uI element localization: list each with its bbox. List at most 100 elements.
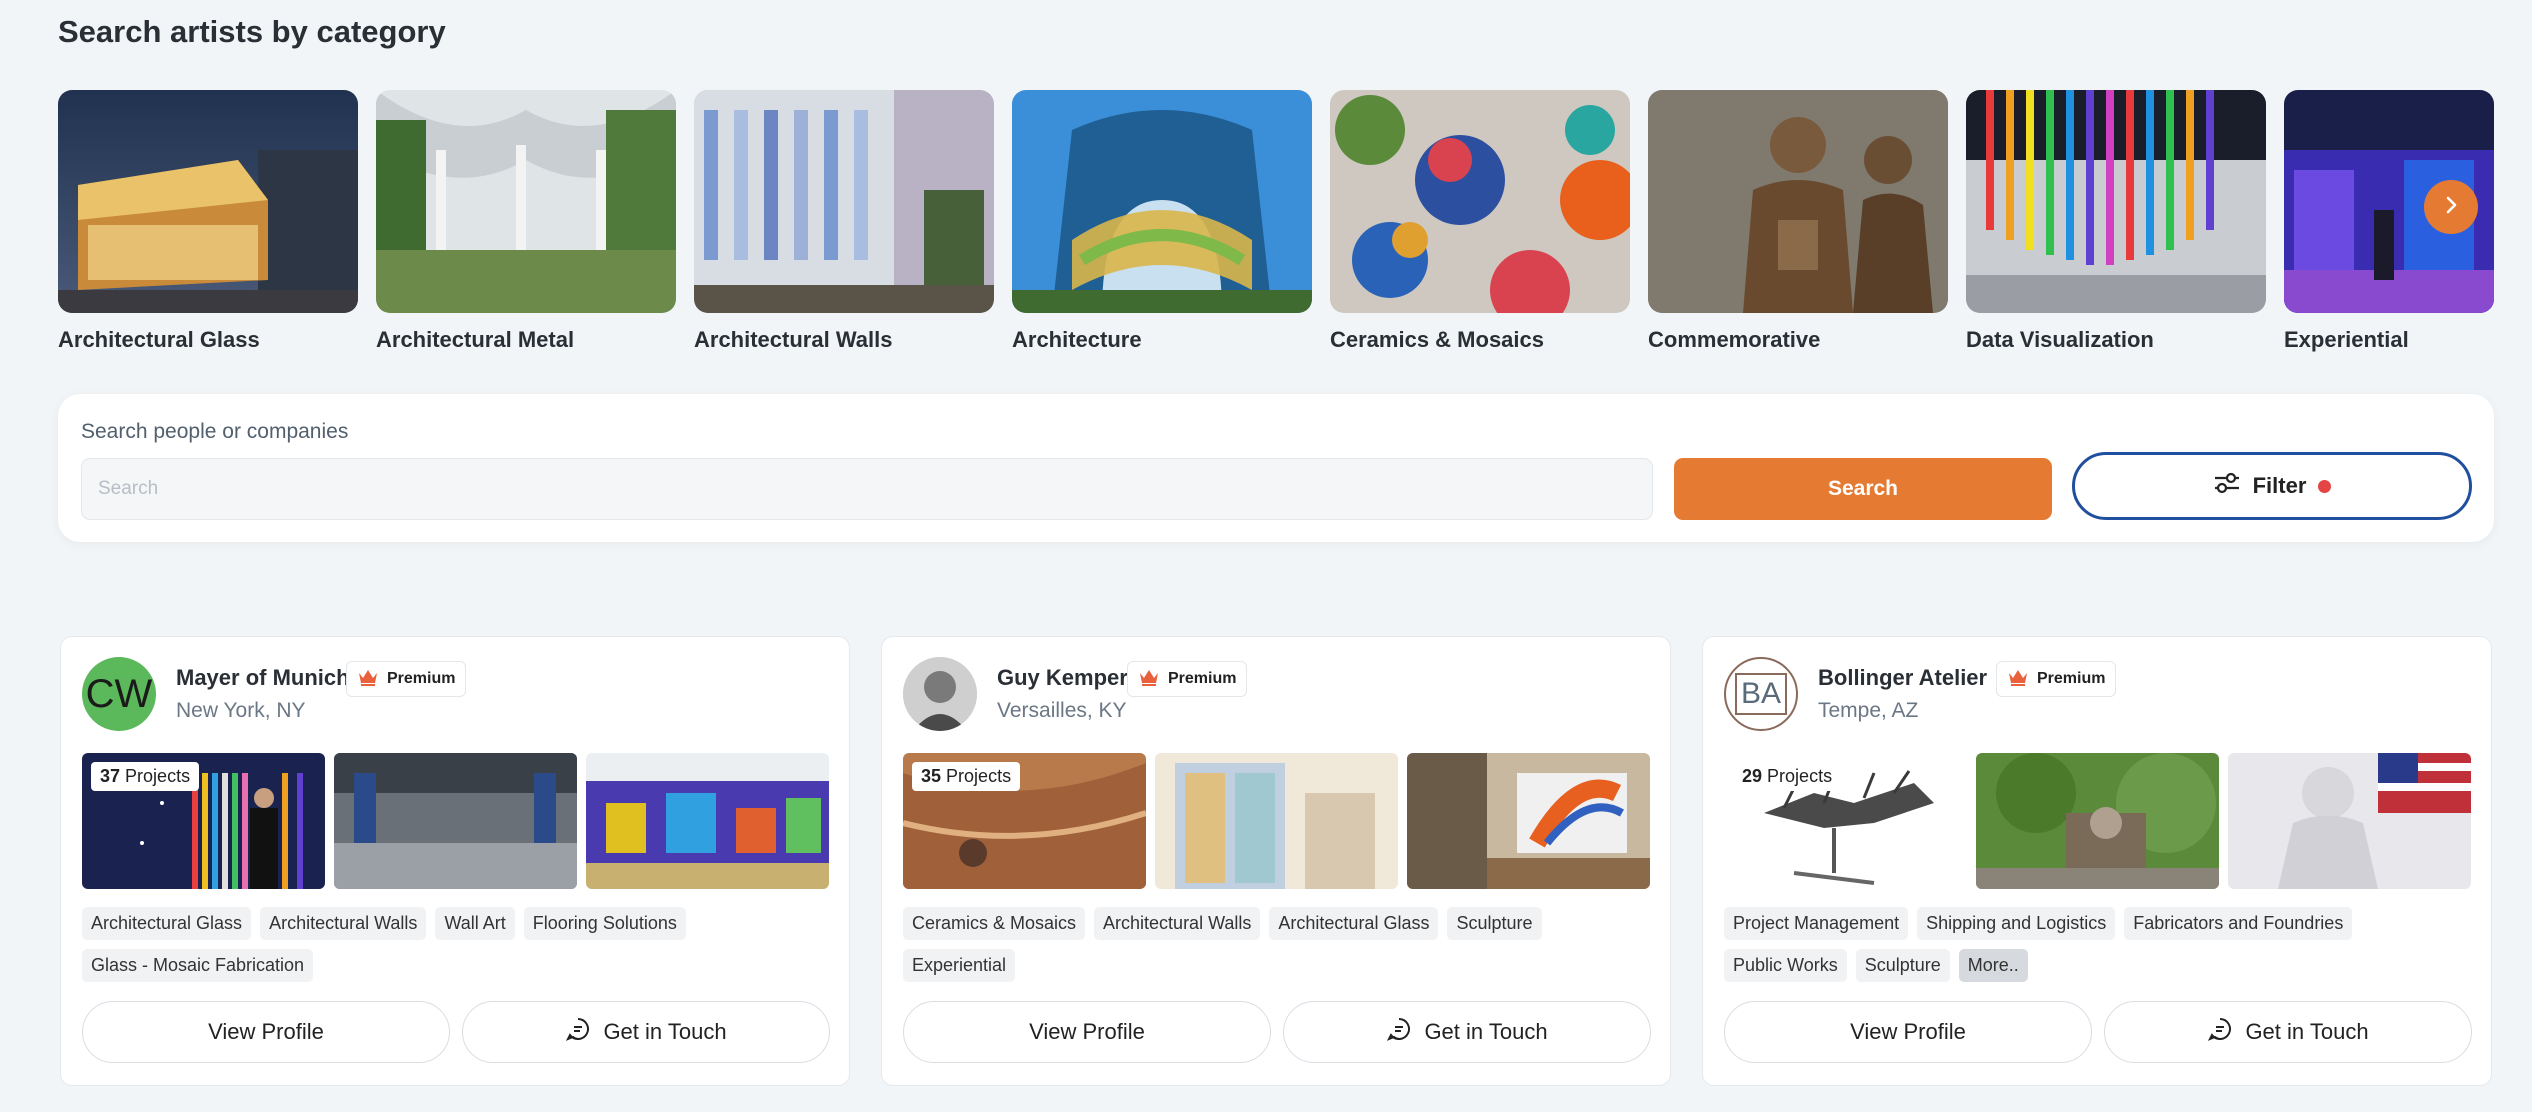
category-image [694, 90, 994, 313]
premium-badge: Premium [346, 661, 467, 697]
tag[interactable]: Project Management [1724, 907, 1909, 940]
search-panel: Search people or companies Search Filter [58, 394, 2494, 542]
tag[interactable]: Architectural Walls [1094, 907, 1261, 940]
artist-location: Tempe, AZ [1818, 699, 1919, 722]
project-image[interactable]: 35 Projects [903, 753, 1146, 889]
premium-label: Premium [387, 670, 456, 687]
artist-name[interactable]: Mayer of Munich [176, 665, 350, 691]
search-input[interactable] [81, 458, 1653, 520]
tag[interactable]: Architectural Walls [260, 907, 427, 940]
project-image[interactable] [1976, 753, 2219, 889]
tag[interactable]: Experiential [903, 949, 1016, 982]
get-in-touch-label: Get in Touch [603, 1019, 727, 1044]
category-card-data-visualization[interactable]: Data Visualization [1966, 90, 2266, 353]
project-gallery[interactable]: 29 Projects [1724, 753, 2472, 889]
tag[interactable]: Public Works [1724, 949, 1847, 982]
category-image [1648, 90, 1948, 313]
artist-card: CW Mayer of Munich Premium New York, NY … [60, 636, 850, 1086]
filter-sliders-icon [2213, 471, 2241, 501]
project-image[interactable] [2228, 753, 2471, 889]
view-profile-button[interactable]: View Profile [903, 1001, 1271, 1063]
category-image [1330, 90, 1630, 313]
filter-active-dot [2318, 479, 2332, 493]
category-card-architectural-metal[interactable]: Architectural Metal [376, 90, 676, 353]
projects-count-badge: 37 Projects [91, 762, 200, 791]
category-label: Architectural Glass [58, 327, 260, 352]
crown-icon [357, 668, 379, 691]
tag[interactable]: Wall Art [435, 907, 515, 940]
artist-name[interactable]: Guy Kemper [997, 665, 1128, 691]
tag[interactable]: Architectural Glass [82, 907, 252, 940]
project-image[interactable] [1407, 753, 1650, 889]
artist-name[interactable]: Bollinger Atelier [1818, 665, 1987, 691]
project-image[interactable]: 29 Projects [1724, 753, 1967, 889]
tag[interactable]: Flooring Solutions [523, 907, 686, 940]
avatar[interactable]: CW [82, 657, 156, 731]
chat-bubble-icon [2207, 1016, 2233, 1048]
crown-icon [1138, 668, 1160, 691]
avatar-initials: BA [1734, 673, 1788, 715]
chat-bubble-icon [565, 1016, 591, 1048]
avatar[interactable] [903, 657, 977, 731]
project-gallery[interactable]: 37 Projects [82, 753, 830, 889]
project-image[interactable]: 37 Projects [82, 753, 325, 889]
filter-label: Filter [2252, 473, 2307, 498]
category-image [1966, 90, 2266, 313]
view-profile-button[interactable]: View Profile [82, 1001, 450, 1063]
artist-location: Versailles, KY [997, 699, 1127, 722]
search-label: Search people or companies [81, 420, 349, 443]
category-card-commemorative[interactable]: Commemorative [1648, 90, 1948, 353]
category-label: Architecture [1012, 327, 1142, 352]
artist-tags: Ceramics & Mosaics Architectural Walls A… [903, 907, 1653, 991]
category-label: Architectural Walls [694, 327, 893, 352]
category-card-architecture[interactable]: Architecture [1012, 90, 1312, 353]
tag[interactable]: Sculpture [1855, 949, 1950, 982]
tag[interactable]: Ceramics & Mosaics [903, 907, 1086, 940]
tag[interactable]: Architectural Glass [1269, 907, 1439, 940]
get-in-touch-label: Get in Touch [1424, 1019, 1548, 1044]
premium-badge: Premium [1996, 661, 2117, 697]
view-profile-button[interactable]: View Profile [1724, 1001, 2092, 1063]
category-label: Commemorative [1648, 327, 1821, 352]
get-in-touch-button[interactable]: Get in Touch [2104, 1001, 2472, 1063]
page-title: Search artists by category [58, 14, 446, 49]
category-card-ceramics-mosaics[interactable]: Ceramics & Mosaics [1330, 90, 1630, 353]
artist-tags: Architectural Glass Architectural Walls … [82, 907, 832, 991]
get-in-touch-label: Get in Touch [2245, 1019, 2369, 1044]
artist-location: New York, NY [176, 699, 306, 722]
category-image [376, 90, 676, 313]
category-label: Data Visualization [1966, 327, 2154, 352]
premium-label: Premium [2037, 670, 2106, 687]
project-gallery[interactable]: 35 Projects [903, 753, 1651, 889]
projects-count-badge: 29 Projects [1733, 762, 1842, 791]
artist-tags: Project Management Shipping and Logistic… [1724, 907, 2474, 991]
chat-bubble-icon [1386, 1016, 1412, 1048]
category-label: Ceramics & Mosaics [1330, 327, 1544, 352]
avatar[interactable]: BA [1724, 657, 1798, 731]
premium-label: Premium [1168, 670, 1237, 687]
category-label: Architectural Metal [376, 327, 575, 352]
tag[interactable]: Glass - Mosaic Fabrication [82, 949, 314, 982]
category-card-architectural-glass[interactable]: Architectural Glass [58, 90, 358, 353]
category-card-architectural-walls[interactable]: Architectural Walls [694, 90, 994, 353]
carousel-next-button[interactable] [2424, 180, 2478, 234]
get-in-touch-button[interactable]: Get in Touch [1283, 1001, 1651, 1063]
project-image[interactable] [1155, 753, 1398, 889]
project-image[interactable] [334, 753, 577, 889]
artist-card: BA Bollinger Atelier Premium Tempe, AZ 2… [1702, 636, 2492, 1086]
tag[interactable]: Shipping and Logistics [1917, 907, 2116, 940]
category-image [1012, 90, 1312, 313]
filter-button[interactable]: Filter [2072, 452, 2472, 520]
tag[interactable]: Fabricators and Foundries [2124, 907, 2353, 940]
artist-card: Guy Kemper Premium Versailles, KY 35 Pro… [881, 636, 1671, 1086]
project-image[interactable] [586, 753, 829, 889]
avatar-initials: CW [85, 671, 153, 716]
premium-badge: Premium [1127, 661, 1248, 697]
more-tags-button[interactable]: More.. [1958, 949, 2028, 982]
category-image [58, 90, 358, 313]
category-carousel: Architectural Glass Architectural Metal [58, 90, 2494, 360]
tag[interactable]: Sculpture [1447, 907, 1542, 940]
get-in-touch-button[interactable]: Get in Touch [462, 1001, 830, 1063]
projects-count-badge: 35 Projects [912, 762, 1021, 791]
search-button[interactable]: Search [1674, 458, 2052, 520]
